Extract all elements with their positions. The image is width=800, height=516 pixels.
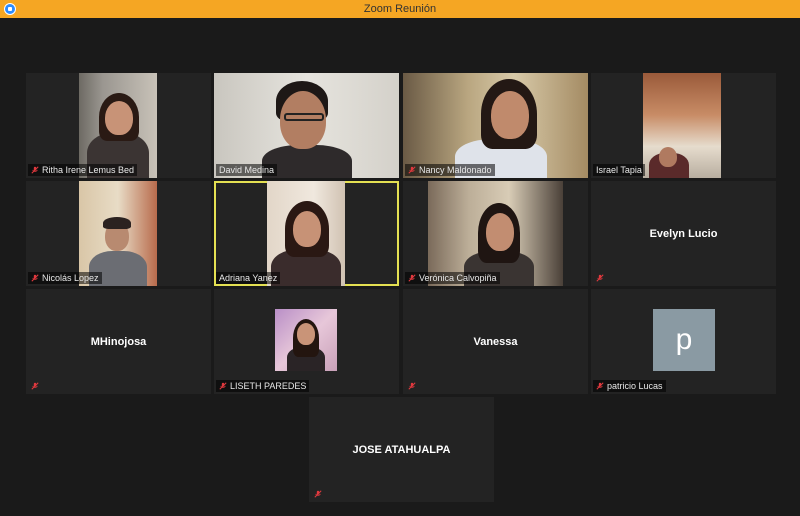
- window-titlebar: Zoom Reunión: [0, 0, 800, 18]
- participant-mute-indicator: [311, 488, 325, 500]
- participant-name-label: Verónica Calvopiña: [405, 272, 500, 284]
- muted-mic-icon: [408, 382, 416, 390]
- participant-mute-indicator: [28, 380, 42, 392]
- participant-display-name: Evelyn Lucio: [649, 227, 718, 240]
- participant-video: [214, 73, 399, 178]
- participant-display-name: Vanessa: [473, 335, 518, 348]
- muted-mic-icon: [408, 166, 416, 174]
- participant-name-label: Adriana Yanez: [216, 272, 281, 284]
- participant-name-label: Nicolás Lopez: [28, 272, 102, 284]
- participant-tile[interactable]: Verónica Calvopiña: [403, 181, 588, 286]
- participant-name-label: patricio Lucas: [593, 380, 666, 392]
- participant-tile[interactable]: Ritha Irene Lemus Bed: [26, 73, 211, 178]
- participant-tile[interactable]: p patricio Lucas: [591, 289, 776, 394]
- participant-tile[interactable]: David Medina: [214, 73, 399, 178]
- muted-mic-icon: [31, 382, 39, 390]
- participant-video: [403, 73, 588, 178]
- participant-tile[interactable]: Israel Tapia: [591, 73, 776, 178]
- participant-display-name: JOSE ATAHUALPA: [352, 443, 451, 456]
- participant-tile[interactable]: Vanessa: [403, 289, 588, 394]
- participant-tile[interactable]: LISETH PAREDES: [214, 289, 399, 394]
- muted-mic-icon: [31, 166, 39, 174]
- participant-name-label: Israel Tapia: [593, 164, 645, 176]
- participant-mute-indicator: [405, 380, 419, 392]
- window-title: Zoom Reunión: [363, 3, 437, 15]
- participant-name-label: LISETH PAREDES: [216, 380, 310, 392]
- gallery-grid: Ritha Irene Lemus Bed David Medina Nancy…: [0, 18, 800, 516]
- participant-tile[interactable]: JOSE ATAHUALPA: [309, 397, 494, 502]
- participant-profile-photo: [275, 309, 337, 371]
- muted-mic-icon: [314, 490, 322, 498]
- participant-tile[interactable]: Nancy Maldonado: [403, 73, 588, 178]
- participant-tile-active-speaker[interactable]: Adriana Yanez: [214, 181, 399, 286]
- participant-tile[interactable]: Nicolás Lopez: [26, 181, 211, 286]
- participant-video: [428, 181, 563, 286]
- participant-tile[interactable]: Evelyn Lucio: [591, 181, 776, 286]
- participant-tile[interactable]: MHinojosa: [26, 289, 211, 394]
- muted-mic-icon: [408, 274, 416, 282]
- participant-video: [643, 73, 721, 178]
- participant-avatar: p: [653, 309, 715, 371]
- participant-video: [267, 181, 345, 286]
- participant-name-label: Ritha Irene Lemus Bed: [28, 164, 138, 176]
- participant-name-label: Nancy Maldonado: [405, 164, 495, 176]
- muted-mic-icon: [596, 274, 604, 282]
- participant-video: [79, 181, 157, 286]
- muted-mic-icon: [596, 382, 604, 390]
- muted-mic-icon: [31, 274, 39, 282]
- zoom-app-icon: [4, 3, 16, 15]
- muted-mic-icon: [219, 382, 227, 390]
- participant-display-name: MHinojosa: [90, 335, 147, 348]
- participant-mute-indicator: [593, 272, 607, 284]
- participant-video: [79, 73, 157, 178]
- participant-name-label: David Medina: [216, 164, 278, 176]
